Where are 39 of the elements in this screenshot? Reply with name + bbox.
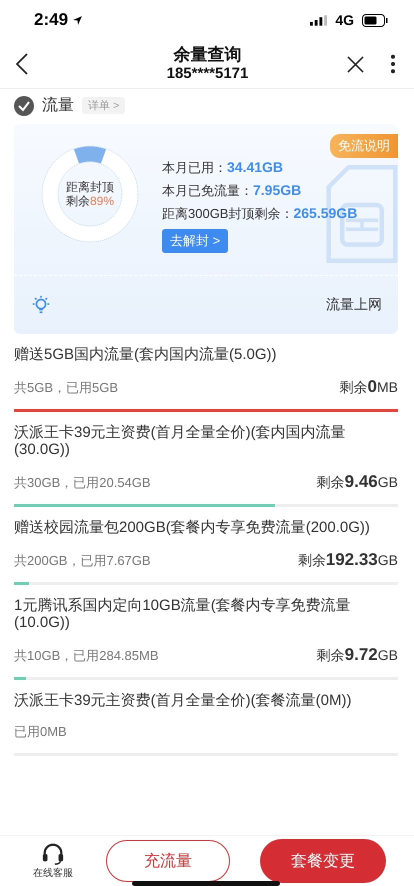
more-icon[interactable] <box>390 54 396 74</box>
recharge-button[interactable]: 充流量 <box>106 840 230 882</box>
back-icon[interactable] <box>16 53 28 75</box>
package-usage: 共10GB，已用284.85MB <box>14 647 159 665</box>
package-name: 1元腾讯系国内定向10GB流量(套餐内专享免费流量(10.0G)) <box>14 597 352 631</box>
network-label: 4G <box>335 12 354 28</box>
phone-number: 185****5171 <box>166 65 248 83</box>
customer-service-button[interactable]: 在线客服 <box>28 842 78 880</box>
change-plan-button[interactable]: 套餐变更 <box>260 839 386 883</box>
signal-icon <box>310 14 328 26</box>
headset-icon <box>41 842 65 866</box>
package-remaining: 剩余192.33GB <box>298 550 398 570</box>
package-usage: 共5GB，已用5GB <box>14 379 118 397</box>
section-title: 流量 <box>42 96 74 116</box>
package-usage: 已用0MB <box>14 723 67 741</box>
package-name: 沃派王卡39元主资费(首月全量全价)(套餐流量(0M)) <box>14 692 352 709</box>
donut-remaining: 剩余89% <box>66 194 114 208</box>
package-name: 赠送校园流量包200GB(套餐内专享免费流量(200.0G)) <box>14 519 371 536</box>
battery-icon <box>362 14 388 26</box>
package-usage: 共30GB，已用20.54GB <box>14 474 151 492</box>
package-usage: 共200GB，已用7.67GB <box>14 552 151 570</box>
check-circle-icon <box>14 96 34 116</box>
lightbulb-icon <box>30 294 52 316</box>
usage-stat: 距离300GB封顶剩余：265.59GB <box>162 204 358 223</box>
close-icon[interactable] <box>347 56 364 72</box>
page-title: 余量查询 <box>174 45 242 65</box>
package-remaining: 剩余0MB <box>340 377 398 397</box>
donut-label: 距离封顶 <box>66 180 114 194</box>
tip-label: 流量上网 <box>326 296 382 314</box>
location-arrow-icon <box>72 14 84 26</box>
package-name: 沃派王卡39元主资费(首月全量全价)(套内国内流量(30.0G)) <box>14 424 347 458</box>
status-time: 2:49 <box>34 10 68 30</box>
unlock-button[interactable]: 去解封 > <box>162 229 228 253</box>
usage-stat: 本月已免流量：7.95GB <box>162 181 302 200</box>
package-remaining: 剩余9.72GB <box>316 645 398 665</box>
package-remaining: 剩余9.46GB <box>316 472 398 492</box>
package-name: 赠送5GB国内流量(套内国内流量(5.0G)) <box>14 346 278 363</box>
detail-link[interactable]: 详单 > <box>82 97 126 114</box>
usage-stat: 本月已用：34.41GB <box>162 158 284 177</box>
